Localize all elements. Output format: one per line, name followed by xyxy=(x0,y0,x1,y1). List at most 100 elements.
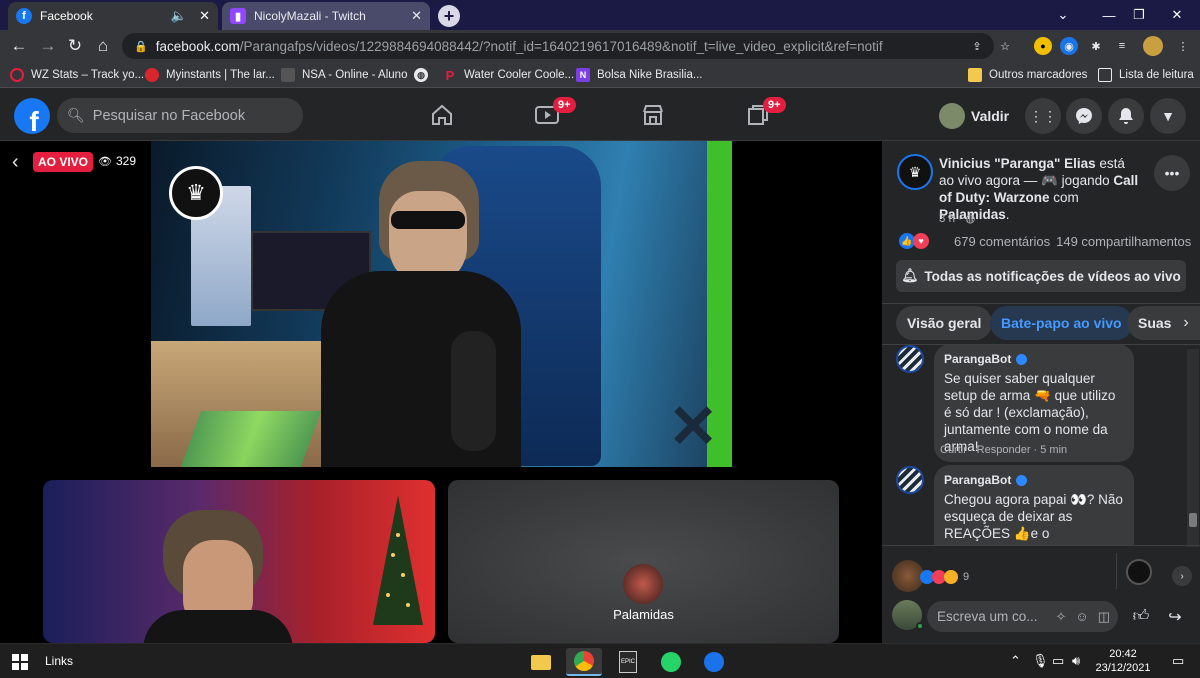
search-input[interactable]: 🔍︎ Pesquisar no Facebook xyxy=(57,98,303,133)
windows-start-icon[interactable] xyxy=(2,648,38,676)
address-bar[interactable]: 🔒 facebook.com/Parangafps/videos/1229884… xyxy=(122,33,994,59)
viewers-scroll-right-icon[interactable]: › xyxy=(1172,566,1192,586)
comment-input[interactable]: Escreva um co... ✧ ☺ ◫ xyxy=(927,601,1118,632)
like-button-icon[interactable]: 👍︎ xyxy=(1126,601,1156,632)
chat-author[interactable]: ParangaBot xyxy=(944,472,1011,489)
windows-taskbar: Links EPIC ⌃ 🎙︎ ▭ 🔊︎ 20:42 23/12/2021 ▭ xyxy=(0,643,1200,678)
chrome-icon[interactable] xyxy=(566,648,602,676)
new-tab-button[interactable]: + xyxy=(438,5,460,27)
author-name[interactable]: Vinicius "Paranga" Elias xyxy=(939,156,1096,171)
reload-icon[interactable]: ↻ xyxy=(63,34,87,58)
tabs-scroll-right-icon[interactable]: › xyxy=(1172,306,1200,340)
watch-badge: 9+ xyxy=(553,97,576,113)
sticker-icon[interactable]: ◫ xyxy=(1098,609,1110,625)
viewer-count: 👁 329 xyxy=(98,154,136,168)
tab-overview[interactable]: Visão geral xyxy=(896,306,993,340)
close-tab-icon[interactable]: ✕ xyxy=(199,8,210,24)
nuvem-icon: N xyxy=(576,68,590,82)
file-explorer-icon[interactable] xyxy=(523,648,559,676)
back-icon[interactable]: ← xyxy=(7,34,31,58)
avatar xyxy=(623,564,663,604)
forward-icon[interactable]: → xyxy=(36,34,60,58)
extension-icon[interactable]: ◉ xyxy=(1060,37,1078,55)
network-icon[interactable]: ▭ xyxy=(1052,653,1064,669)
home-icon[interactable]: ⌂ xyxy=(91,34,115,58)
chat-scrollbar[interactable] xyxy=(1187,349,1199,547)
show-hidden-icons-icon[interactable]: ⌃ xyxy=(1010,653,1021,669)
facebook-logo-icon[interactable]: f xyxy=(14,98,50,134)
close-window-icon[interactable]: ✕ xyxy=(1154,0,1200,30)
tab-twitch[interactable]: ▮ NicolyMazali - Twitch ✕ xyxy=(222,2,430,30)
bookmark-other[interactable]: Outros marcadores xyxy=(968,66,1087,84)
links-toolbar[interactable]: Links xyxy=(45,654,73,668)
marketplace-nav-icon[interactable] xyxy=(638,102,668,128)
bookmark-wz-stats[interactable]: WZ Stats – Track yo... xyxy=(10,66,144,84)
tab-live-chat[interactable]: Bate-papo ao vivo xyxy=(990,306,1133,340)
wz-stats-icon xyxy=(10,68,24,82)
love-reaction-icon[interactable]: ♥ xyxy=(913,233,929,249)
extension-icon[interactable]: ● xyxy=(1034,37,1052,55)
menu-grid-icon[interactable]: ⋮⋮ xyxy=(1025,98,1061,134)
user-name: Valdir xyxy=(971,108,1010,124)
guest-video-palamidas[interactable]: Palamidas xyxy=(448,480,839,643)
verified-icon xyxy=(1016,475,1028,486)
notify-live-button[interactable]: 🔔︎ Todas as notificações de vídeos ao vi… xyxy=(896,260,1186,292)
more-options-icon[interactable]: ••• xyxy=(1154,155,1190,191)
post-time: 3 h · ◍ xyxy=(939,213,976,225)
bookmark-water-cooler[interactable]: P Water Cooler Coole... xyxy=(443,66,575,84)
comments-count[interactable]: 679 comentários xyxy=(954,234,1050,249)
clock-time: 20:42 xyxy=(1109,648,1137,660)
avatar[interactable] xyxy=(1126,559,1152,585)
guest-name: Palamidas xyxy=(613,607,674,622)
account-dropdown-icon[interactable]: ▼ xyxy=(1150,98,1186,134)
divider xyxy=(882,303,1200,304)
share-icon[interactable]: ⇪ xyxy=(968,37,986,55)
reactions-row: 👍 ♥ 679 comentários 149 compartilhamento… xyxy=(899,233,1191,249)
emoji-icon[interactable]: ☺ xyxy=(1075,609,1088,625)
bookmark-globe[interactable]: ◍ xyxy=(414,66,435,84)
share-button-icon[interactable]: ↪ xyxy=(1160,601,1190,632)
home-nav-icon[interactable] xyxy=(427,102,457,128)
bookmark-star-icon[interactable]: ☆ xyxy=(996,37,1014,55)
epic-games-icon[interactable]: EPIC xyxy=(610,648,646,676)
tab-search-icon[interactable]: ⌄ xyxy=(1040,0,1086,30)
url-domain: facebook.com xyxy=(155,38,240,54)
volume-icon[interactable]: 🔊︎ xyxy=(1072,653,1080,669)
live-badge: AO VIVO xyxy=(33,152,94,172)
messenger-icon[interactable] xyxy=(1066,98,1102,134)
reading-list[interactable]: Lista de leitura xyxy=(1098,66,1194,84)
menu-dots-icon[interactable]: ⋮ xyxy=(1174,37,1192,55)
avatar xyxy=(896,345,924,373)
bookmark-nike[interactable]: N Bolsa Nike Brasilia... xyxy=(576,66,702,84)
back-chevron-icon[interactable]: ‹ xyxy=(12,151,19,174)
shares-count[interactable]: 149 compartilhamentos xyxy=(1056,234,1191,249)
extensions-puzzle-icon[interactable]: ✱ xyxy=(1087,37,1105,55)
divider xyxy=(882,545,1200,546)
speaker-icon[interactable]: 🔈 xyxy=(171,8,187,24)
guest-video-feed[interactable] xyxy=(43,480,435,643)
keyboard-image xyxy=(180,411,322,467)
notification-center-icon[interactable]: ▭ xyxy=(1172,653,1184,669)
clock[interactable]: 20:42 23/12/2021 xyxy=(1092,647,1154,675)
notifications-bell-icon[interactable] xyxy=(1108,98,1144,134)
app-icon[interactable] xyxy=(696,648,732,676)
facebook-icon: f xyxy=(16,8,32,24)
avatar[interactable]: ♛ xyxy=(897,154,933,190)
chat-meta[interactable]: Curtir · Responder · 5 min xyxy=(940,444,1067,456)
avatar xyxy=(939,103,965,129)
bookmark-myinstants[interactable]: Myinstants | The lar... xyxy=(145,66,275,84)
avatar-sticker-icon[interactable]: ✧ xyxy=(1056,609,1067,625)
chat-author[interactable]: ParangaBot xyxy=(944,351,1011,368)
floating-reactions: 9 xyxy=(920,570,969,584)
profile-link[interactable]: Valdir xyxy=(939,103,1009,129)
lock-icon: 🔒 xyxy=(134,40,148,53)
tab-facebook[interactable]: f Facebook 🔈 ✕ xyxy=(8,2,218,30)
bookmark-nsa[interactable]: NSA - Online - Aluno xyxy=(281,66,407,84)
microphone-icon[interactable]: 🎙︎ xyxy=(1032,653,1049,669)
whatsapp-icon[interactable] xyxy=(653,648,689,676)
media-control-icon[interactable]: ≡ xyxy=(1113,37,1131,55)
main-video-feed[interactable]: ✕ ♛ xyxy=(151,141,732,467)
profile-avatar[interactable] xyxy=(1143,36,1163,56)
scrollbar-thumb[interactable] xyxy=(1189,513,1197,527)
close-tab-icon[interactable]: ✕ xyxy=(411,8,422,24)
